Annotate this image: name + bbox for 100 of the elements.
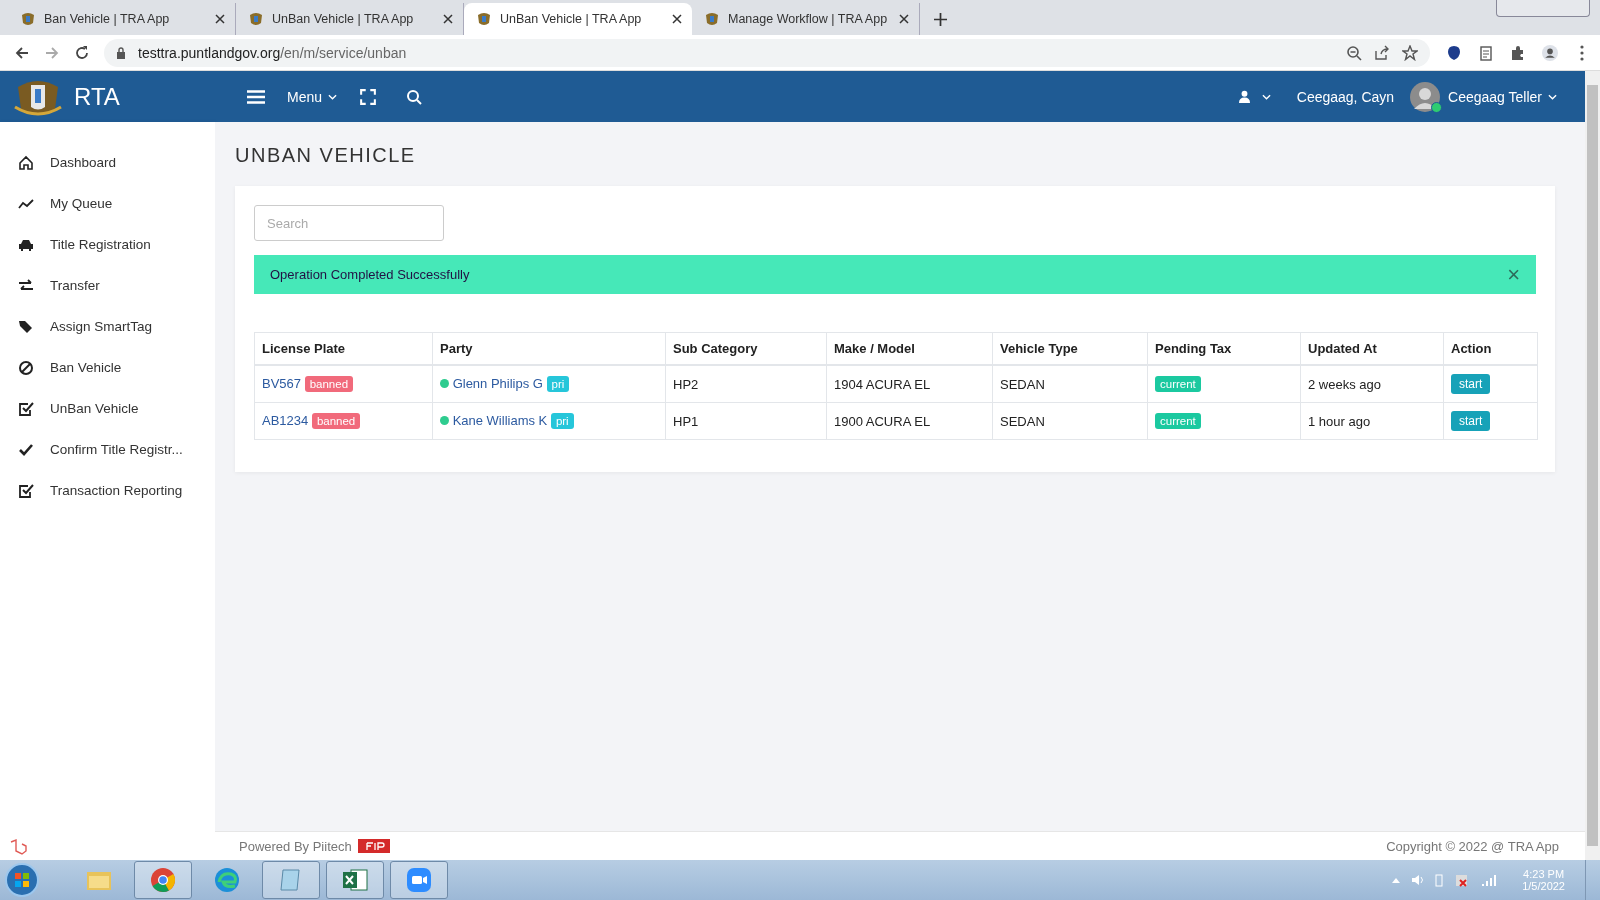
page-title: UNBAN VEHICLE [235,144,417,167]
clipboard-icon[interactable] [1478,44,1494,61]
clock-date: 1/5/2022 [1522,880,1565,892]
sidebar-item[interactable]: Assign SmartTag [0,306,215,347]
browser-icon [213,866,241,894]
column-header: Vehicle Type [992,332,1148,365]
taskbar-app[interactable] [390,861,448,899]
back-icon[interactable] [14,44,30,61]
table-cell: 1904 ACURA EL [826,365,993,403]
sidebar-item[interactable]: Dashboard [0,142,215,183]
party-link[interactable]: Kane Williams K [452,413,548,428]
close-icon[interactable] [443,14,453,24]
sidebar-item[interactable]: Ban Vehicle [0,347,215,388]
role-badge: pri [546,376,570,392]
copyright-text: Copyright © 2022 @ TRA App [1386,838,1559,854]
plate-link[interactable]: BV567 [262,376,302,391]
close-icon[interactable] [672,14,682,24]
column-header: Action [1443,332,1538,365]
close-icon[interactable] [215,14,225,24]
menu-dropdown[interactable]: Menu [279,84,346,109]
puzzle-icon[interactable] [1510,44,1526,61]
fullscreen-icon[interactable] [359,88,378,105]
table-cell: SEDAN [992,402,1148,440]
zoom-out-icon[interactable] [1346,44,1362,61]
lock-icon [116,46,126,59]
sidebar-item[interactable]: Title Registration [0,224,215,265]
status-dot-icon [440,379,449,388]
close-button[interactable]: × [1507,263,1520,286]
status-badge: banned [304,376,354,392]
user-short-name: Ceegaag, Cayn [1296,88,1395,105]
checked-box-icon [18,482,34,499]
status-dot-icon [440,416,449,425]
clock-time: 4:23 PM [1523,868,1565,880]
caret-icon [1261,93,1271,100]
window-controls[interactable] [1496,0,1590,17]
table-cell: HP1 [665,402,827,440]
checked-box-icon [18,400,34,417]
column-header: Party [432,332,666,365]
tab-title: UnBan Vehicle | TRA App [272,12,415,26]
status-badge: banned [311,413,361,429]
user-menu-button[interactable]: Ceegaag Teller [1440,84,1565,109]
share-icon[interactable] [1374,44,1390,61]
user-icon [1238,90,1250,103]
crest-icon [20,11,36,27]
crest-icon [704,11,720,27]
tax-badge: current [1155,413,1201,429]
table-cell: HP2 [665,365,827,403]
spreadsheet-icon [341,866,369,894]
taskbar-app[interactable] [134,861,192,899]
company-logo-icon [357,839,390,853]
table-cell: 2 weeks ago [1300,365,1444,403]
tax-badge: current [1155,376,1201,392]
video-camera-icon [405,866,433,894]
start-button-icon[interactable] [4,862,40,898]
table-cell: 1900 ACURA EL [826,402,993,440]
sidebar-item[interactable]: Confirm Title Registr... [0,429,215,470]
shield-icon[interactable] [1446,44,1462,61]
sidebar-item[interactable]: My Queue [0,183,215,224]
column-header: Sub Category [665,332,827,365]
caret-icon [1548,93,1557,100]
ban-icon [18,359,34,376]
alert-message: Operation Completed Successfully [270,267,470,282]
search-field[interactable]: Search [254,205,444,241]
profile-icon[interactable] [1542,44,1558,61]
tab-title: UnBan Vehicle | TRA App [500,12,643,26]
browser-tab[interactable]: UnBan Vehicle | TRA App [464,3,692,35]
tag-icon [18,318,34,335]
star-icon[interactable] [1402,44,1418,61]
sidebar-item[interactable]: UnBan Vehicle [0,388,215,429]
menu-icon[interactable] [247,88,265,105]
sidebar-item[interactable]: Transfer [0,265,215,306]
new-tab-icon[interactable] [934,13,947,26]
address-bar[interactable]: testtra.puntlandgov.org/en/m/service/unban [104,38,1430,67]
brand-name: RTA [74,82,120,111]
role-badge: pri [550,413,574,429]
plate-link[interactable]: AB1234 [262,413,309,428]
crest-icon [248,11,264,27]
close-icon[interactable] [899,14,909,24]
tab-title: Manage Workflow | TRA App [728,12,889,26]
caret-icon [328,93,338,100]
table-cell: 1 hour ago [1300,402,1444,440]
sidebar-item[interactable]: Transaction Reporting [0,470,215,511]
logo-icon [8,838,28,858]
browser-icon [149,866,177,894]
url-text: testtra.puntlandgov.org/en/m/service/unban [138,44,407,61]
taskbar-app[interactable] [262,861,320,899]
table-cell: SEDAN [992,365,1148,403]
search-icon[interactable] [405,88,424,105]
home-icon [18,154,34,171]
taskbar-app[interactable] [326,861,384,899]
party-link[interactable]: Glenn Philips G [452,376,543,391]
column-header: Make / Model [826,332,993,365]
reload-icon[interactable] [74,44,90,61]
tab-title: Ban Vehicle | TRA App [44,12,171,26]
scrollbar[interactable] [1585,71,1600,860]
powered-by-text: Powered By Piitech [239,838,352,854]
column-header: Pending Tax [1147,332,1301,365]
column-header: License Plate [254,332,433,365]
crest-icon [476,11,492,27]
avatar-icon [1410,81,1441,112]
